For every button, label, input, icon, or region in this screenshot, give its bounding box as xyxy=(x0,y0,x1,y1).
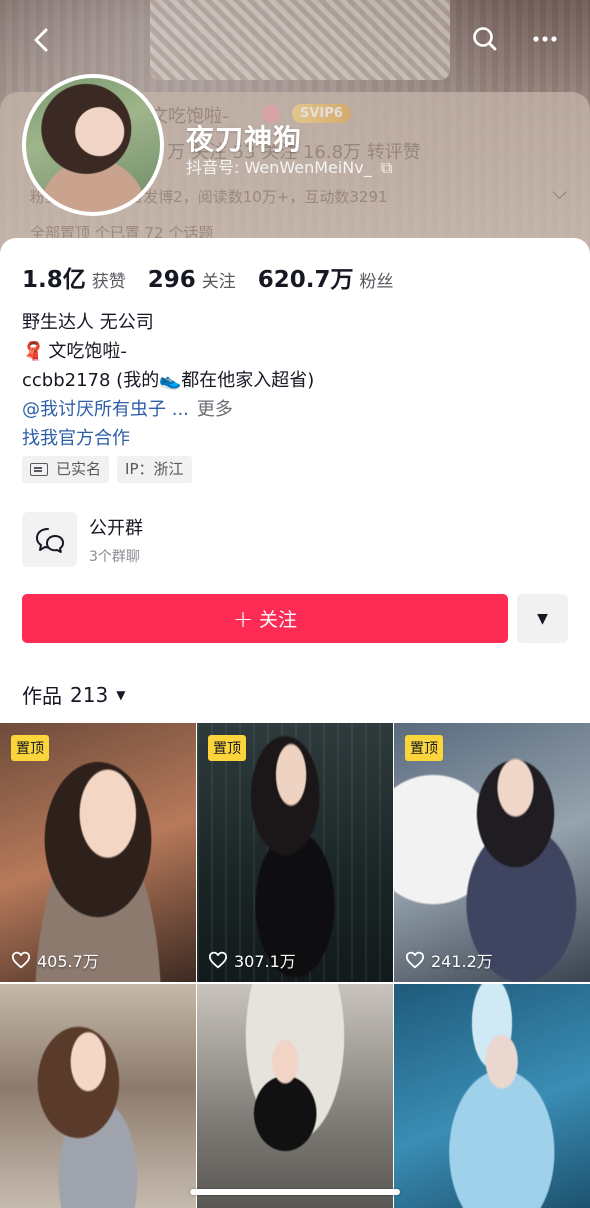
recommend-dropdown-button[interactable]: ▼ xyxy=(517,594,568,643)
mention-link[interactable]: @我讨厌所有虫子 ... xyxy=(22,399,189,420)
bio-line-4: @我讨厌所有虫子 ... 更多 xyxy=(22,395,562,424)
copy-icon[interactable]: ⧉ xyxy=(381,158,392,177)
chevron-down-icon: ⌵ xyxy=(552,180,568,204)
stat-number: 1.8亿 xyxy=(22,267,86,293)
profile-stats: 1.8亿 获赞 296 关注 620.7万 粉丝 xyxy=(22,260,416,294)
more-options-button[interactable] xyxy=(530,24,564,58)
stat-following[interactable]: 296 关注 xyxy=(148,267,236,293)
bio-line-3-b: 都在他家入超省) xyxy=(181,370,315,391)
follow-label: 关注 xyxy=(259,609,298,631)
stat-likes[interactable]: 1.8亿 获赞 xyxy=(22,260,126,294)
group-subtitle: 3个群聊 xyxy=(89,548,140,565)
plus-icon: + xyxy=(232,604,254,633)
caret-down-icon: ▼ xyxy=(116,687,126,702)
like-count: 405.7万 xyxy=(11,948,99,972)
like-count-text: 307.1万 xyxy=(234,952,296,971)
like-count: 241.2万 xyxy=(405,948,493,972)
profile-tags: 已实名 IP：浙江 xyxy=(22,456,200,483)
group-text: 公开群 3个群聊 xyxy=(89,514,143,566)
business-cooperation-link[interactable]: 找我官方合作 xyxy=(22,424,130,450)
video-thumbnail[interactable] xyxy=(0,984,196,1208)
stat-label: 关注 xyxy=(201,272,236,292)
stat-number: 296 xyxy=(147,267,196,293)
pinned-badge: 置顶 xyxy=(405,735,443,761)
pinned-badge: 置顶 xyxy=(208,735,246,761)
home-indicator[interactable] xyxy=(190,1189,400,1195)
group-chat-icon xyxy=(22,512,77,567)
stat-number: 620.7万 xyxy=(257,267,354,293)
heart-icon xyxy=(208,951,228,969)
bio-more-link[interactable]: 更多 xyxy=(197,399,233,420)
bio-line-3-a: ccbb2178 (我的 xyxy=(22,370,160,391)
tag-verified[interactable]: 已实名 xyxy=(22,456,110,483)
profile-nickname: 夜刀神狗 xyxy=(186,123,303,156)
works-count: 213 xyxy=(70,682,109,707)
stat-label: 粉丝 xyxy=(359,272,394,292)
tag-label: 已实名 xyxy=(56,460,102,478)
douyin-id-text: 抖音号: WenWenMeiNv_ xyxy=(186,158,372,177)
heart-icon xyxy=(11,951,31,969)
stat-label: 获赞 xyxy=(91,272,126,292)
like-count: 307.1万 xyxy=(208,948,296,972)
bio-line-2: 🧣 文吃饱啦- xyxy=(22,337,562,366)
banner-background-art xyxy=(150,0,450,80)
video-thumbnail[interactable]: 置顶 405.7万 xyxy=(0,723,196,982)
bio-line-3: ccbb2178 (我的👟都在他家入超省) xyxy=(22,366,562,395)
douyin-id[interactable]: 抖音号: WenWenMeiNv_ ⧉ xyxy=(186,154,392,178)
video-thumbnail[interactable] xyxy=(394,984,590,1208)
search-icon xyxy=(473,27,497,51)
group-title: 公开群 xyxy=(89,517,143,539)
search-button[interactable] xyxy=(470,24,504,58)
scarf-icon: 🧣 xyxy=(22,341,45,362)
bio-line-1: 野生达人 无公司 xyxy=(22,312,154,333)
video-thumbnail[interactable] xyxy=(197,984,393,1208)
works-tab[interactable]: 作品 213 ▼ xyxy=(22,680,125,709)
profile-sheet: 1.8亿 获赞 296 关注 620.7万 粉丝 野生达人 无公司 🧣 文吃饱啦-… xyxy=(0,238,590,1208)
avatar[interactable] xyxy=(22,74,164,216)
tag-ip-location: IP：浙江 xyxy=(117,456,192,483)
stat-followers[interactable]: 620.7万 粉丝 xyxy=(258,260,394,294)
video-thumbnail[interactable]: 置顶 241.2万 xyxy=(394,723,590,982)
video-thumbnail[interactable]: 置顶 307.1万 xyxy=(197,723,393,982)
back-arrow-icon xyxy=(34,28,48,52)
bio-line-2-text: 文吃饱啦- xyxy=(48,341,127,362)
like-count-text: 405.7万 xyxy=(37,952,99,971)
follow-button[interactable]: + 关注 xyxy=(22,594,508,643)
like-count-text: 241.2万 xyxy=(431,952,493,971)
heart-icon xyxy=(405,951,425,969)
profile-bio: 野生达人 无公司 🧣 文吃饱啦- ccbb2178 (我的👟都在他家入超省) @我… xyxy=(22,308,562,424)
more-dots-icon xyxy=(533,36,557,42)
pinned-badge: 置顶 xyxy=(11,735,49,761)
id-card-icon xyxy=(30,463,48,476)
back-button[interactable] xyxy=(30,22,60,58)
public-group[interactable]: 公开群 3个群聊 xyxy=(22,512,143,567)
tag-label: IP：浙江 xyxy=(125,460,184,478)
caret-down-icon: ▼ xyxy=(537,610,548,627)
works-label: 作品 xyxy=(22,684,62,708)
sneaker-icon: 👟 xyxy=(159,370,182,391)
